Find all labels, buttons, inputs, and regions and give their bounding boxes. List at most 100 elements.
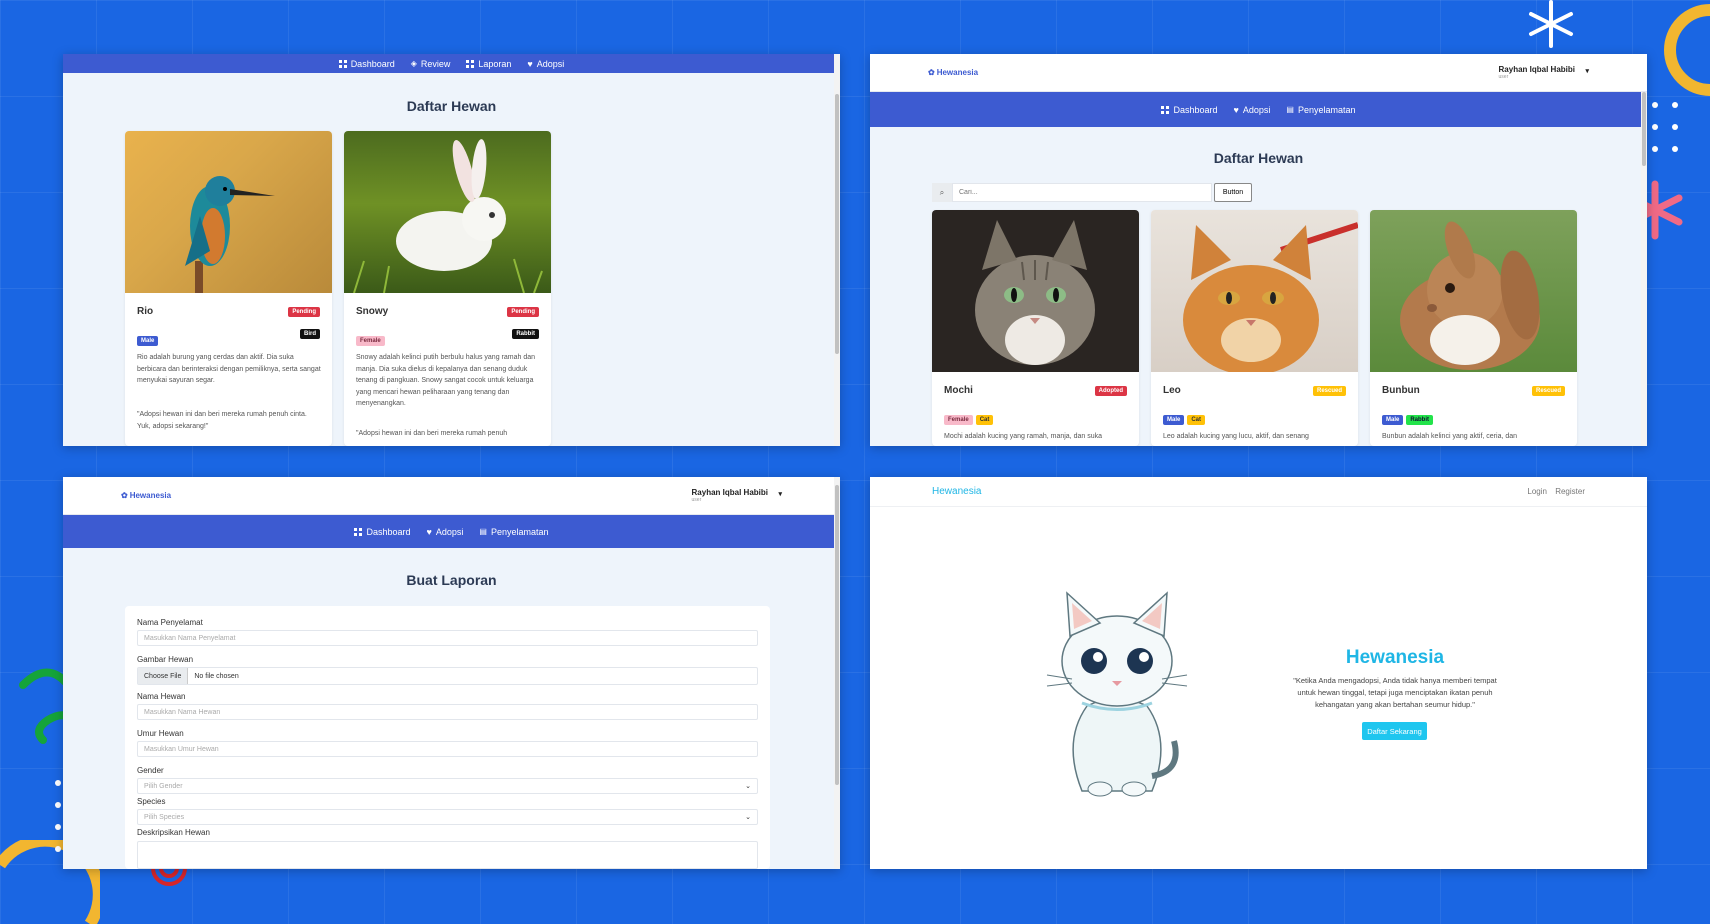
- animal-description: Rio adalah burung yang cerdas dan aktif.…: [137, 354, 321, 384]
- panel-buat-laporan: ✿ Hewanesia Rayhan Iqbal Habibi user ▾ Da…: [63, 477, 840, 869]
- landing-header: Hewanesia Login Register: [870, 477, 1647, 507]
- panel-daftar-hewan-admin: Dashboard ◈ Review Laporan ♥ Adopsi Daftar…: [63, 54, 840, 446]
- age-input[interactable]: Masukkan Umur Hewan: [137, 741, 758, 757]
- heart-icon: ♥: [527, 58, 533, 69]
- animal-name: Bunbun: [1382, 385, 1420, 396]
- layers-icon: ◈: [410, 59, 417, 68]
- search-input[interactable]: [952, 183, 1212, 202]
- adoption-quote: "Adopsi hewan ini dan beri mereka rumah …: [137, 411, 307, 430]
- login-link[interactable]: Login: [1527, 487, 1547, 496]
- user-menu[interactable]: Rayhan Iqbal Habibi user ▾: [692, 488, 782, 503]
- brand-name: Hewanesia: [936, 68, 979, 77]
- nav-adopsi[interactable]: ♥ Adopsi: [427, 527, 464, 537]
- animal-card-leo[interactable]: Leo Rescued Male Cat Leo adalah kucing ya…: [1151, 210, 1358, 446]
- user-role: user: [691, 497, 702, 503]
- choose-file-button[interactable]: Choose File: [138, 668, 189, 684]
- rescuer-label: Nama Penyelamat: [137, 618, 203, 627]
- nav-label: Dashboard: [1173, 104, 1218, 115]
- nav-adopsi[interactable]: ♥ Adopsi: [1234, 105, 1271, 115]
- brand-name[interactable]: Hewanesia: [932, 486, 981, 497]
- heart-icon: ♥: [426, 526, 432, 537]
- caret-down-icon: ▾: [778, 491, 782, 498]
- status-badge: Rescued: [1531, 386, 1565, 396]
- nav-dashboard[interactable]: Dashboard: [354, 527, 411, 537]
- animal-card-mochi[interactable]: Mochi Adopted Female Cat Mochi adalah kuc…: [932, 210, 1139, 446]
- nav-penyelamatan[interactable]: ▤ Penyelamatan: [1286, 105, 1355, 115]
- hero-title: Hewanesia: [1345, 647, 1445, 668]
- nav-label: Adopsi: [435, 526, 464, 537]
- nav-label: Adopsi: [536, 58, 565, 69]
- gender-select-value: Pilih Gender: [144, 782, 183, 790]
- description-textarea[interactable]: [137, 841, 758, 869]
- page-title: Buat Laporan: [406, 572, 497, 588]
- search-bar: ⌕ Button: [932, 183, 1252, 202]
- file-input[interactable]: Choose File No file chosen: [137, 667, 758, 685]
- gender-badge: Male: [137, 336, 159, 346]
- gender-badge: Male: [1163, 415, 1185, 425]
- cat-illustration: [1046, 591, 1188, 797]
- species-label: Species: [137, 797, 166, 806]
- scrollbar-thumb[interactable]: [835, 485, 839, 785]
- gender-select[interactable]: Pilih Gender ⌄: [137, 778, 758, 794]
- gender-badge: Female: [944, 415, 973, 425]
- nav-dashboard[interactable]: Dashboard: [1161, 104, 1218, 115]
- nav-dashboard[interactable]: Dashboard: [338, 59, 395, 69]
- species-select-value: Pilih Species: [144, 813, 185, 821]
- search-icon: ⌕: [932, 183, 952, 202]
- status-badge: Adopted: [1094, 386, 1127, 396]
- scrollbar[interactable]: [834, 477, 840, 869]
- tags-row: Female: [356, 329, 388, 347]
- scrollbar[interactable]: [1641, 92, 1647, 446]
- scrollbar[interactable]: [834, 54, 840, 446]
- brand-name: Hewanesia: [129, 491, 172, 500]
- nav-label: Laporan: [478, 58, 512, 69]
- animal-description: Bunbun adalah kelinci yang aktif, ceria,…: [1382, 433, 1518, 440]
- rescuer-input[interactable]: Masukkan Nama Penyelamat: [137, 630, 758, 646]
- admin-navbar: Dashboard ◈ Review Laporan ♥ Adopsi: [63, 54, 840, 73]
- register-link[interactable]: Register: [1555, 487, 1585, 496]
- scrollbar-thumb[interactable]: [835, 94, 839, 354]
- animal-name: Leo: [1163, 385, 1181, 396]
- orange-cat-image: [1151, 210, 1358, 372]
- species-badge: Rabbit: [1406, 415, 1434, 425]
- nav-laporan[interactable]: Laporan: [466, 59, 511, 69]
- user-name: Rayhan Iqbal Habibi: [1498, 65, 1575, 74]
- nav-label: Penyelamatan: [1297, 104, 1356, 115]
- tabby-cat-image: [932, 210, 1139, 372]
- animal-description: Snowy adalah kelinci putih berbulu halus…: [356, 354, 536, 407]
- auth-links: Login Register: [1527, 487, 1585, 496]
- register-now-button[interactable]: Daftar Sekarang: [1362, 722, 1427, 740]
- dashboard-icon: [338, 59, 347, 68]
- animal-card-bunbun[interactable]: Bunbun Rescued Male Rabbit Bunbun adalah …: [1370, 210, 1577, 446]
- name-label: Nama Hewan: [137, 692, 186, 701]
- document-icon: ▤: [479, 527, 487, 536]
- tags-row: Male Cat: [1163, 408, 1208, 426]
- nav-review[interactable]: ◈ Review: [411, 59, 451, 69]
- brand-logo[interactable]: ✿ Hewanesia: [928, 68, 978, 77]
- user-menu[interactable]: Rayhan Iqbal Habibi user ▾: [1499, 65, 1589, 80]
- gender-label: Gender: [137, 766, 164, 775]
- search-button[interactable]: Button: [1214, 183, 1252, 202]
- status-badge: Pending: [288, 307, 320, 317]
- nav-penyelamatan[interactable]: ▤ Penyelamatan: [479, 527, 548, 537]
- kingfisher-image: [125, 131, 332, 293]
- brand-logo[interactable]: ✿ Hewanesia: [121, 491, 171, 500]
- paw-icon: ✿: [121, 491, 128, 500]
- image-label: Gambar Hewan: [137, 655, 194, 664]
- status-badge: Pending: [507, 307, 539, 317]
- animal-card-snowy[interactable]: Snowy Pending Female Rabbit Snowy adalah…: [344, 131, 551, 446]
- brown-rabbit-image: [1370, 210, 1577, 372]
- nav-label: Penyelamatan: [490, 526, 549, 537]
- paw-icon: ✿: [928, 68, 935, 77]
- animal-card-rio[interactable]: Rio Pending Male Bird Rio adalah burung …: [125, 131, 332, 446]
- report-form: Nama Penyelamat Masukkan Nama Penyelamat…: [125, 606, 770, 869]
- age-label: Umur Hewan: [137, 729, 184, 738]
- name-input[interactable]: Masukkan Nama Hewan: [137, 704, 758, 720]
- tags-row: Female Cat: [944, 408, 996, 426]
- adoption-quote: "Adopsi hewan ini dan beri mereka rumah …: [356, 430, 508, 437]
- page-title: Daftar Hewan: [1213, 150, 1304, 166]
- species-select[interactable]: Pilih Species ⌄: [137, 809, 758, 825]
- scrollbar-thumb[interactable]: [1642, 92, 1646, 166]
- nav-adopsi[interactable]: ♥ Adopsi: [527, 59, 564, 69]
- top-header: ✿ Hewanesia Rayhan Iqbal Habibi user ▾: [870, 54, 1647, 92]
